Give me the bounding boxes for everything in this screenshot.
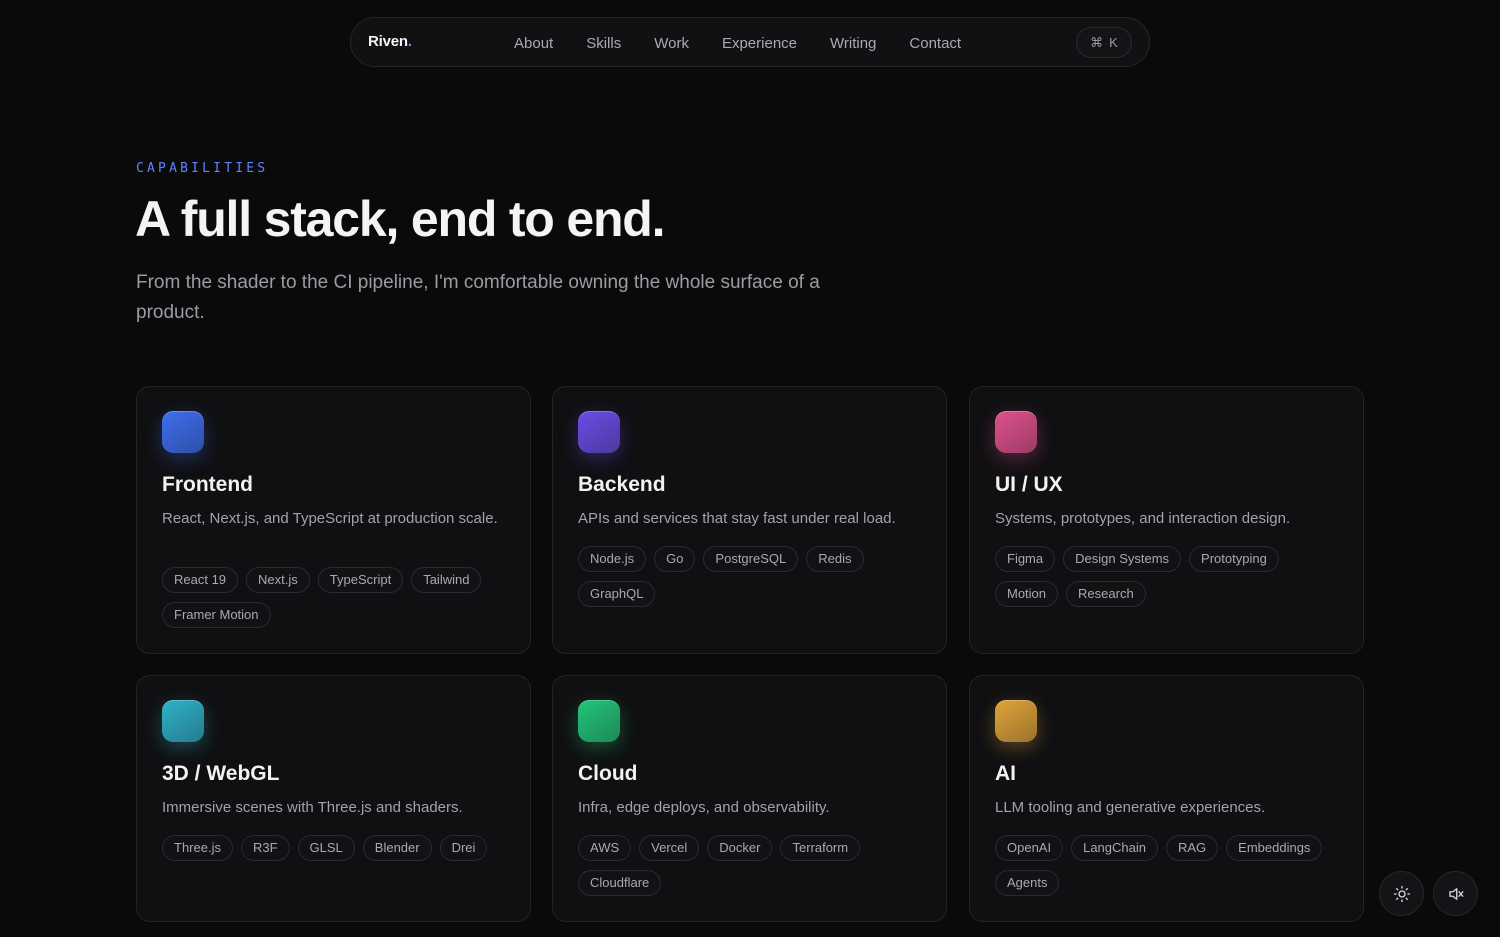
tag-chip: Vercel (639, 835, 700, 861)
card-title: AI (995, 762, 1016, 785)
tag-chip: TypeScript (317, 567, 404, 593)
speaker-muted-icon (1448, 887, 1463, 900)
tag-chip: Three.js (162, 835, 233, 861)
top-nav: Riven. About Skills Work Experience Writing C… (350, 17, 1150, 67)
tag-chip: Research (1066, 581, 1146, 607)
tag-chip: Redis (806, 546, 864, 572)
cloud-icon (578, 700, 620, 742)
tag-list: Figma Design Systems Prototyping Motion Rese… (995, 546, 1345, 607)
tag-chip: LangChain (1071, 835, 1158, 861)
tag-chip: Docker (707, 835, 773, 861)
tag-chip: Tailwind (411, 567, 482, 593)
nav-link-experience[interactable]: Experience (722, 35, 797, 52)
tag-chip: Next.js (246, 567, 310, 593)
tag-chip: Design Systems (1063, 546, 1182, 572)
nav-link-work[interactable]: Work (654, 35, 689, 52)
command-palette-button[interactable]: ⌘ K (1076, 27, 1132, 58)
card-description: LLM tooling and generative experiences. (995, 799, 1266, 816)
tag-list: OpenAI LangChain RAG Embeddings Agents (995, 835, 1345, 896)
tag-chip: Framer Motion (162, 602, 271, 628)
card-description: Systems, prototypes, and interaction des… (995, 510, 1291, 527)
tag-chip: Blender (362, 835, 432, 861)
card-description: React, Next.js, and TypeScript at produc… (162, 510, 498, 527)
tag-chip: AWS (578, 835, 632, 861)
command-key-icon: ⌘ (1090, 34, 1104, 50)
tag-chip: GraphQL (578, 581, 656, 607)
section-eyebrow: CAPABILITIES (136, 161, 269, 176)
brand-dot: . (407, 33, 412, 50)
tag-list: AWS Vercel Docker Terraform Cloudflare (578, 835, 928, 896)
card-title: Backend (578, 473, 666, 496)
sun-icon (1393, 885, 1410, 902)
tag-list: Node.js Go PostgreSQL Redis GraphQL (578, 546, 928, 607)
shortcut-key-label: K (1109, 35, 1118, 50)
nav-link-contact[interactable]: Contact (909, 35, 961, 52)
tag-chip: Drei (439, 835, 488, 861)
section-title: A full stack, end to end. (135, 191, 666, 247)
capability-card-cloud[interactable]: Cloud Infra, edge deploys, and observabil… (552, 675, 947, 922)
card-description: Immersive scenes with Three.js and shade… (162, 799, 463, 816)
nav-links: About Skills Work Experience Writing Contact (514, 18, 994, 68)
tag-chip: React 19 (162, 567, 239, 593)
card-description: APIs and services that stay fast under r… (578, 510, 896, 527)
capability-card-frontend[interactable]: Frontend React, Next.js, and TypeScript a… (136, 386, 531, 654)
tag-chip: Motion (995, 581, 1059, 607)
nav-link-skills[interactable]: Skills (586, 35, 621, 52)
3d-webgl-icon (162, 700, 204, 742)
tag-chip: R3F (240, 835, 290, 861)
capability-card-backend[interactable]: Backend APIs and services that stay fast … (552, 386, 947, 654)
tag-chip: OpenAI (995, 835, 1064, 861)
card-title: Frontend (162, 473, 253, 496)
tag-chip: Go (654, 546, 696, 572)
nav-link-writing[interactable]: Writing (830, 35, 876, 52)
sound-toggle-button[interactable] (1433, 871, 1478, 916)
brand-logo[interactable]: Riven. (368, 33, 412, 50)
ai-icon (995, 700, 1037, 742)
theme-toggle-button[interactable] (1379, 871, 1424, 916)
capability-card-ai[interactable]: AI LLM tooling and generative experiences… (969, 675, 1364, 922)
tag-list: Three.js R3F GLSL Blender Drei (162, 835, 512, 861)
tag-chip: Embeddings (1226, 835, 1323, 861)
tag-chip: PostgreSQL (703, 546, 799, 572)
section-subtitle: From the shader to the CI pipeline, I'm … (136, 272, 820, 323)
capability-card-ui-ux[interactable]: UI / UX Systems, prototypes, and interact… (969, 386, 1364, 654)
card-description: Infra, edge deploys, and observability. (578, 799, 830, 816)
nav-link-about[interactable]: About (514, 35, 553, 52)
tag-chip: Cloudflare (578, 870, 662, 896)
backend-icon (578, 411, 620, 453)
brand-name: Riven (368, 33, 408, 50)
tag-chip: Node.js (578, 546, 647, 572)
card-title: Cloud (578, 762, 638, 785)
tag-list: React 19 Next.js TypeScript Tailwind Framer … (162, 567, 512, 628)
tag-chip: Prototyping (1189, 546, 1279, 572)
tag-chip: Figma (995, 546, 1056, 572)
capability-card-3d-webgl[interactable]: 3D / WebGL Immersive scenes with Three.js… (136, 675, 531, 922)
frontend-icon (162, 411, 204, 453)
card-title: 3D / WebGL (162, 762, 280, 785)
tag-chip: GLSL (297, 835, 355, 861)
tag-chip: Terraform (780, 835, 861, 861)
ui-ux-icon (995, 411, 1037, 453)
card-title: UI / UX (995, 473, 1063, 496)
tag-chip: RAG (1165, 835, 1219, 861)
tag-chip: Agents (995, 870, 1060, 896)
